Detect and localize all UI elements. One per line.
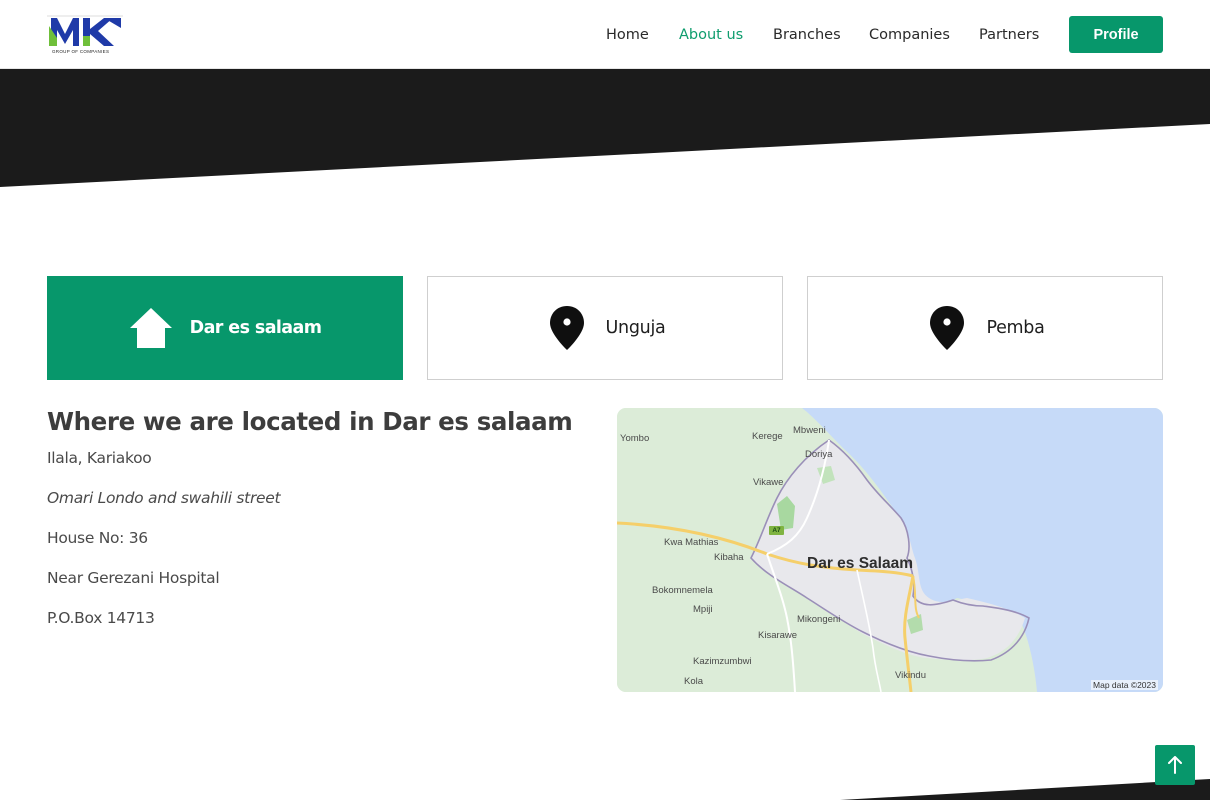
map-pin-icon xyxy=(925,305,969,351)
map-place-label: Mbweni xyxy=(793,425,826,436)
map-place-label: Bokomnemela xyxy=(652,585,713,596)
scroll-to-top-button[interactable] xyxy=(1155,745,1195,785)
tab-unguja[interactable]: Unguja xyxy=(427,276,783,380)
map-canvas xyxy=(617,408,1163,692)
map-place-label: Kola xyxy=(684,676,704,687)
map-place-label: Vikindu xyxy=(895,670,926,681)
nav-about-us[interactable]: About us xyxy=(679,24,743,46)
company-logo[interactable]: GROUP OF COMPANIES xyxy=(47,14,125,58)
nav-partners[interactable]: Partners xyxy=(979,24,1039,46)
location-po-box: P.O.Box 14713 xyxy=(47,609,155,627)
map-place-label: Doriya xyxy=(805,449,833,460)
site-header: GROUP OF COMPANIES Home About us Branche… xyxy=(0,0,1210,69)
map-place-label: Kisarawe xyxy=(758,630,798,641)
map-place-label: Yombo xyxy=(620,433,650,444)
map-pin-icon xyxy=(545,305,589,351)
arrow-up-icon xyxy=(1168,756,1182,774)
nav-companies[interactable]: Companies xyxy=(869,24,950,46)
location-map[interactable]: Yombo Kerege Mbweni Doriya Vikawe Kwa Ma… xyxy=(617,408,1163,692)
tab-dar-es-salaam[interactable]: Dar es salaam xyxy=(47,276,403,380)
hero-banner xyxy=(0,69,1210,187)
map-place-label: Kazimzumbwi xyxy=(693,656,752,667)
logo-mark-icon xyxy=(47,15,123,46)
road-badge: A7 xyxy=(769,526,784,535)
tab-label: Unguja xyxy=(605,318,666,338)
nav-home[interactable]: Home xyxy=(606,24,649,46)
location-landmark: Near Gerezani Hospital xyxy=(47,569,220,587)
location-street: Omari Londo and swahili street xyxy=(47,489,281,507)
profile-button[interactable]: Profile xyxy=(1069,16,1163,53)
tab-pemba[interactable]: Pemba xyxy=(807,276,1163,380)
location-area: Ilala, Kariakoo xyxy=(47,449,152,467)
map-place-label: Kwa Mathias xyxy=(664,537,719,548)
tab-label: Dar es salaam xyxy=(189,318,322,338)
map-credit: Map data ©2023 xyxy=(1091,680,1158,690)
map-place-label: Mikongeni xyxy=(797,614,841,625)
map-place-label: Kibaha xyxy=(714,552,744,563)
location-title: Where we are located in Dar es salaam xyxy=(47,407,573,436)
footer-slant xyxy=(840,779,1210,800)
map-place-label: Vikawe xyxy=(753,477,784,488)
location-house-number: House No: 36 xyxy=(47,529,148,547)
nav-branches[interactable]: Branches xyxy=(773,24,841,46)
home-icon xyxy=(129,305,173,351)
logo-subtitle: GROUP OF COMPANIES xyxy=(52,49,110,54)
map-place-label: Mpiji xyxy=(693,604,713,615)
tab-label: Pemba xyxy=(986,318,1045,338)
map-city-label: Dar es Salaam xyxy=(807,555,913,572)
map-place-label: Kerege xyxy=(752,431,783,442)
